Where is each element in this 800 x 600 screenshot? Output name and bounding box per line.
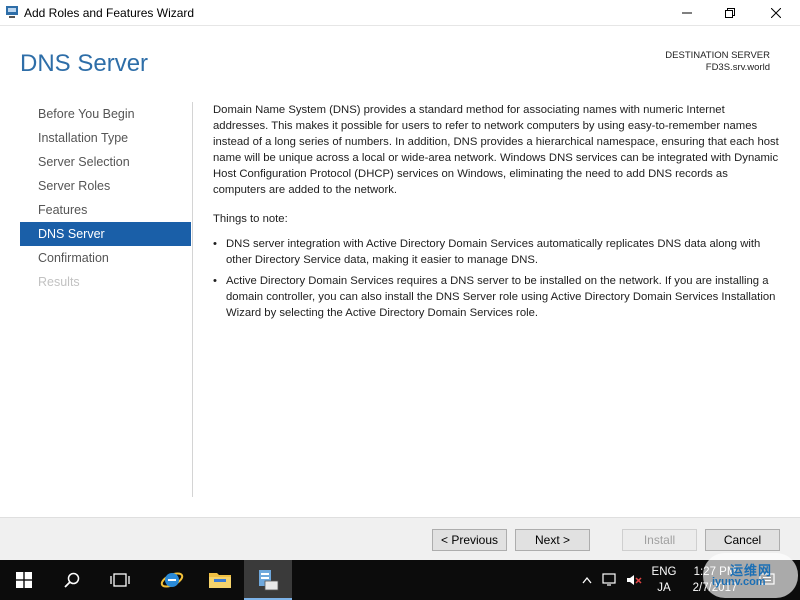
minimize-button[interactable] xyxy=(664,0,710,26)
input-method: JA xyxy=(657,582,671,594)
destination-server-name: FD3S.srv.world xyxy=(705,62,770,73)
next-button[interactable]: Next > xyxy=(515,529,590,551)
nav-item-results: Results xyxy=(38,275,80,289)
nav-item-confirmation[interactable]: Confirmation xyxy=(20,246,191,270)
previous-button[interactable]: < Previous xyxy=(432,529,507,551)
nav-item-installation-type[interactable]: Installation Type xyxy=(20,126,191,150)
network-icon xyxy=(602,573,616,586)
folder-icon xyxy=(209,573,231,588)
bullet-dot: • xyxy=(213,238,217,250)
language-indicator[interactable]: ENG JA xyxy=(648,564,680,596)
search-icon xyxy=(64,572,80,588)
volume-muted-icon xyxy=(627,575,642,585)
note-text: DNS server integration with Active Direc… xyxy=(226,238,761,266)
dns-description: Domain Name System (DNS) provides a stan… xyxy=(213,104,779,196)
taskbar-file-explorer[interactable] xyxy=(196,560,244,600)
language-code: ENG xyxy=(651,566,677,578)
wizard-window: Add Roles and Features Wizard DNS Server… xyxy=(0,0,800,560)
restore-icon xyxy=(725,8,735,18)
internet-explorer-icon xyxy=(160,572,184,588)
nav-divider xyxy=(192,102,193,497)
close-button[interactable] xyxy=(753,0,799,26)
note-text: Active Directory Domain Services require… xyxy=(226,275,776,319)
title-bar: Add Roles and Features Wizard xyxy=(0,0,800,26)
network-tray-button[interactable] xyxy=(598,560,622,600)
minimize-icon xyxy=(682,12,692,14)
task-view-button[interactable] xyxy=(96,560,144,600)
note-item: • Active Directory Domain Services requi… xyxy=(213,273,783,321)
nav-item-server-roles[interactable]: Server Roles xyxy=(20,174,191,198)
nav-item-features[interactable]: Features xyxy=(20,198,191,222)
content-panel: Domain Name System (DNS) provides a stan… xyxy=(213,102,783,326)
install-button: Install xyxy=(622,529,697,551)
bullet-dot: • xyxy=(213,275,217,287)
server-manager-taskbar-icon xyxy=(259,570,279,591)
search-button[interactable] xyxy=(48,560,96,600)
nav-item-server-selection[interactable]: Server Selection xyxy=(20,150,191,174)
windows-logo-icon xyxy=(16,572,32,588)
volume-tray-button[interactable] xyxy=(622,560,646,600)
task-view-icon xyxy=(110,573,130,587)
nav-item-before-you-begin[interactable]: Before You Begin xyxy=(20,102,191,126)
cancel-button[interactable]: Cancel xyxy=(705,529,780,551)
chevron-up-icon xyxy=(582,576,592,584)
show-hidden-icons-button[interactable] xyxy=(576,560,598,600)
things-to-note-heading: Things to note: xyxy=(213,213,288,225)
taskbar: ENG JA 1:27 PM 2/7/2017 xyxy=(0,560,800,600)
wizard-footer: < Previous Next > Install Cancel xyxy=(0,517,800,560)
page-title: DNS Server xyxy=(20,50,149,77)
taskbar-ie[interactable] xyxy=(148,560,196,600)
server-manager-icon xyxy=(6,6,18,18)
window-title: Add Roles and Features Wizard xyxy=(24,6,195,20)
destination-server-label: DESTINATION SERVER xyxy=(665,50,770,61)
close-icon xyxy=(771,8,781,18)
maximize-button[interactable] xyxy=(707,0,753,26)
watermark-url: iyunv.com xyxy=(712,576,766,588)
note-item: • DNS server integration with Active Dir… xyxy=(213,236,783,268)
taskbar-server-manager[interactable] xyxy=(244,560,292,600)
wizard-nav: Before You Begin Installation Type Serve… xyxy=(20,102,191,294)
start-button[interactable] xyxy=(0,560,48,600)
nav-item-dns-server[interactable]: DNS Server xyxy=(20,222,191,246)
